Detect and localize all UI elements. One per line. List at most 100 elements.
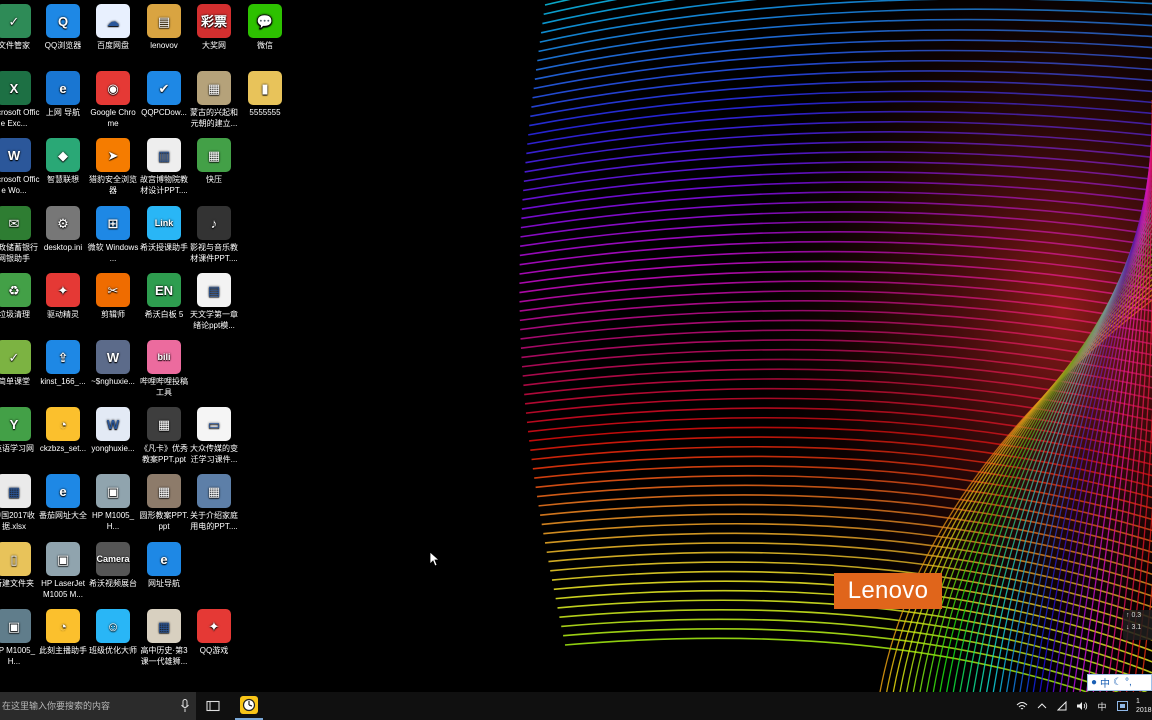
desktop-icon-label: HP M1005_H... xyxy=(91,511,135,531)
desktop-icon-label: 希沃视频展台 xyxy=(89,579,137,588)
desktop-icon-label: QQ游戏 xyxy=(199,646,229,655)
desktop-icon[interactable]: ▤ lenovov xyxy=(138,4,190,51)
desktop-icon[interactable]: ◉ Google Chrome xyxy=(87,71,139,129)
desktop-icon[interactable]: ▦ 高中历史·第3课一代雄狮... xyxy=(138,609,190,667)
desktop-icon[interactable]: ▯ 新建文件夹 xyxy=(0,542,40,589)
desktop-icon[interactable]: 彩票 大奖网 xyxy=(188,4,240,51)
desktop-icon[interactable]: ▭ 大众传媒的变迁学习课件... xyxy=(188,407,240,465)
app-icon: ⇪ xyxy=(46,340,80,374)
desktop-icon-label: 快压 xyxy=(206,175,222,184)
desktop-icon[interactable]: ♻ 垃圾清理 xyxy=(0,273,40,320)
desktop-icon[interactable]: ✓ 简单课堂 xyxy=(0,340,40,387)
desktop-icon[interactable]: Link 希沃授课助手 xyxy=(138,206,190,253)
desktop-icon[interactable]: ▦ 圆形教案PPT.ppt xyxy=(138,474,190,532)
app-icon: ♻ xyxy=(0,273,31,307)
desktop-icon[interactable]: ➤ 猎豹安全浏览器 xyxy=(87,138,139,196)
desktop-icon[interactable]: ▥ 故宫博物院教材设计PPT.... xyxy=(138,138,190,196)
desktop-icon[interactable]: ▦ 快压 xyxy=(188,138,240,185)
desktop-icon[interactable]: ▣ HP M1005_H... xyxy=(87,474,139,532)
ime-toolbar[interactable]: ● 中 ☾ °, xyxy=(1087,674,1152,691)
desktop-icon[interactable]: bili 哔哩哔哩投稿工具 xyxy=(138,340,190,398)
desktop-icon[interactable]: ✂ 剪辑师 xyxy=(87,273,139,320)
desktop-icon[interactable]: ⊞ 微软 Windows ... xyxy=(87,206,139,264)
taskbar-clock[interactable]: 1 2018 xyxy=(1136,697,1152,715)
desktop-icon[interactable]: ◆ 智慧联想 xyxy=(37,138,89,185)
app-icon: ▣ xyxy=(46,542,80,576)
punctuation-icon[interactable]: °, xyxy=(1125,677,1132,688)
desktop-icon-label: ~$nghuxie... xyxy=(91,377,135,386)
ime-mode[interactable]: 中 xyxy=(1100,675,1110,690)
desktop-icon[interactable]: W ~$nghuxie... xyxy=(87,340,139,387)
desktop-icon-label: 文件管家 xyxy=(0,41,30,50)
desktop-icon-label: 此刻主播助手 xyxy=(39,646,87,655)
taskbar-app-streamer-assistant[interactable] xyxy=(235,692,263,720)
desktop-icon[interactable]: ⚙ desktop.ini xyxy=(37,206,89,253)
taskbar-search-box[interactable]: 在这里输入你要搜索的内容 xyxy=(0,692,196,720)
desktop-icon-label: 上网 导航 xyxy=(45,108,81,117)
app-icon: ◔ xyxy=(46,609,80,643)
app-icon: ▤ xyxy=(147,4,181,38)
desktop-icon[interactable]: ♪ 影视与音乐教材课件PPT.... xyxy=(188,206,240,264)
desktop-icon[interactable]: ⇪ kinst_166_... xyxy=(37,340,89,387)
desktop-icon[interactable]: ◔ ckzbzs_set... xyxy=(37,407,89,454)
desktop-icon[interactable]: ▦ 《凡卡》优秀教案PPT.ppt xyxy=(138,407,190,465)
desktop-icon-label: 中国2017收据.xlsx xyxy=(0,511,35,531)
desktop-icon-label: 影视与音乐教材课件PPT.... xyxy=(190,243,238,263)
app-icon: ⚙ xyxy=(46,206,80,240)
app-icon: 💬 xyxy=(248,4,282,38)
desktop-icon[interactable]: Camera 希沃视频展台 xyxy=(87,542,139,589)
desktop-icon[interactable]: ▦ 中国2017收据.xlsx xyxy=(0,474,40,532)
desktop-icon-label: 驱动精灵 xyxy=(47,310,79,319)
desktop-icon-label: 英语学习网 xyxy=(0,444,34,453)
moon-icon[interactable]: ☾ xyxy=(1113,677,1122,688)
ime-indicator[interactable]: 中 xyxy=(1096,700,1108,712)
desktop-icon[interactable]: Q QQ浏览器 xyxy=(37,4,89,51)
microphone-icon[interactable] xyxy=(180,699,190,713)
desktop-icon-label: 故宫博物院教材设计PPT.... xyxy=(140,175,188,195)
notification-icon[interactable] xyxy=(1116,700,1128,712)
desktop-icon[interactable]: ▣ HP M1005_H... xyxy=(0,609,40,667)
desktop-icon-label: HP M1005_H... xyxy=(0,646,36,666)
desktop-icon[interactable]: ✓ 文件管家 xyxy=(0,4,40,51)
desktop-icon[interactable]: ◔ 此刻主播助手 xyxy=(37,609,89,656)
desktop-icon[interactable]: W Microsoft Office Wo... xyxy=(0,138,40,196)
desktop-icon[interactable]: ✦ 驱动精灵 xyxy=(37,273,89,320)
desktop-icon[interactable]: 💬 微信 xyxy=(239,4,291,51)
desktop-icon[interactable]: ☁ 百度网盘 xyxy=(87,4,139,51)
desktop-icon[interactable]: ▣ HP LaserJet M1005 M... xyxy=(37,542,89,600)
mouse-cursor-icon xyxy=(429,551,439,567)
network-speed-widget[interactable]: ↑ 0.3 ↓ 3.1 xyxy=(1123,610,1152,640)
desktop-icon[interactable]: Wyonghuxie... xyxy=(87,407,139,454)
desktop-icon-label: 垃圾清理 xyxy=(0,310,30,319)
ime-logo-icon: ● xyxy=(1091,677,1098,688)
desktop-icon[interactable]: ✔ QQPCDow... xyxy=(138,71,190,118)
app-icon: e xyxy=(46,474,80,508)
download-speed: ↓ 3.1 xyxy=(1126,624,1142,631)
desktop-icon[interactable]: ✦ QQ游戏 xyxy=(188,609,240,656)
desktop-icon-label: 高中历史·第3课一代雄狮... xyxy=(140,646,188,666)
app-icon: ▮ xyxy=(248,71,282,105)
task-view-icon[interactable] xyxy=(206,700,220,712)
desktop-icon[interactable]: ▤ 天文学第一章绪论ppt模... xyxy=(188,273,240,331)
desktop-icon[interactable]: e 番茄网址大全 xyxy=(37,474,89,521)
desktop-icon[interactable]: ▦ 关于介绍家庭用电的PPT.... xyxy=(188,474,240,532)
taskbar: 在这里输入你要搜索的内容 中 1 2018 xyxy=(0,692,1152,720)
chevron-up-icon[interactable] xyxy=(1036,700,1048,712)
volume-icon[interactable] xyxy=(1076,700,1088,712)
desktop-icon[interactable]: EN 希沃白板 5 xyxy=(138,273,190,320)
app-icon: ▥ xyxy=(147,138,181,172)
desktop-icon[interactable]: ▮ 5555555 xyxy=(239,71,291,118)
app-icon: ▦ xyxy=(147,407,181,441)
upload-speed: ↑ 0.3 xyxy=(1126,612,1142,619)
desktop-icon[interactable]: e 上网 导航 xyxy=(37,71,89,118)
desktop-icon[interactable]: Y 英语学习网 xyxy=(0,407,40,454)
wifi-icon[interactable] xyxy=(1016,700,1028,712)
desktop-icon[interactable]: ▦ 蒙古的兴起和元朝的建立... xyxy=(188,71,240,129)
desktop-icon[interactable]: e 网址导航 xyxy=(138,542,190,589)
desktop-icon[interactable]: X Microsoft Office Exc... xyxy=(0,71,40,129)
desktop-icon-label: 天文学第一章绪论ppt模... xyxy=(190,310,238,330)
desktop-icon[interactable]: ☺ 班级优化大师 xyxy=(87,609,139,656)
desktop-icon[interactable]: ✉ 邮政储蓄银行网银助手 xyxy=(0,206,40,264)
desktop-icon-label: Google Chrome xyxy=(90,108,136,128)
network-signal-icon[interactable] xyxy=(1056,700,1068,712)
